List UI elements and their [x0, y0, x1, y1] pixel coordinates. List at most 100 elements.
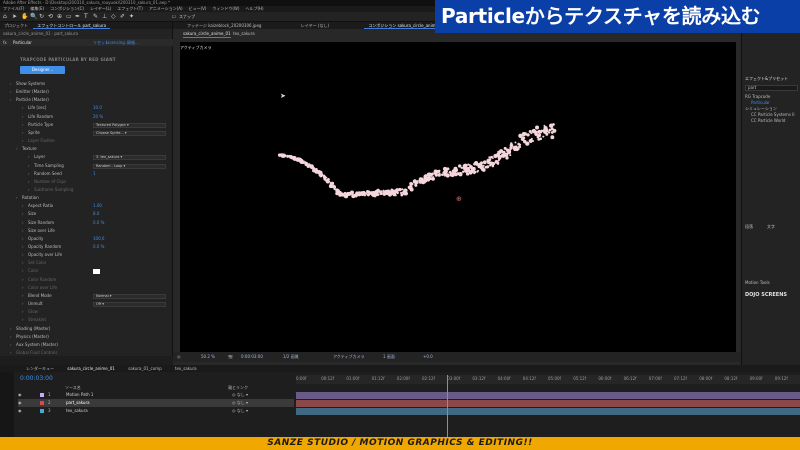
color-swatch[interactable]: [93, 269, 100, 275]
ruler-tick-label: 06:00f: [598, 376, 612, 381]
param-select[interactable]: Choose Sprite... ▾: [93, 130, 166, 136]
clone-tool-icon[interactable]: ⊥: [102, 14, 107, 20]
ruler-tick-label: 00:12f: [321, 376, 335, 381]
layer-name[interactable]: part_sakura: [66, 399, 90, 407]
particle: [524, 133, 528, 136]
designer-button[interactable]: Designer...: [20, 66, 65, 74]
zoom-tool-icon[interactable]: 🔍: [30, 14, 37, 20]
menu-item[interactable]: ファイル(F): [3, 6, 24, 11]
effects-presets-title[interactable]: エフェクト&プリセット: [745, 76, 788, 82]
timeline-timecode[interactable]: 0:00:03:00: [20, 375, 53, 382]
fx-icon[interactable]: fx: [3, 39, 7, 46]
visibility-eye-icon[interactable]: ◉: [18, 407, 22, 415]
param-select[interactable]: Textured Polygon ▾: [93, 122, 166, 128]
preview-icon[interactable]: ◎: [177, 352, 181, 362]
layer-track-bar[interactable]: [296, 400, 800, 407]
parent-select[interactable]: ◎ なし ▾: [232, 407, 248, 415]
tab-layer[interactable]: レイヤー (なし): [297, 23, 333, 28]
roto-tool-icon[interactable]: ✐: [120, 14, 125, 20]
menu-item[interactable]: ヘルプ(H): [245, 6, 263, 11]
tab-timeline-comp[interactable]: sakura_01_comp: [122, 366, 168, 371]
parent-select[interactable]: ◎ なし ▾: [232, 399, 248, 407]
pen-tool-icon[interactable]: ✒: [75, 14, 80, 20]
label-color-swatch[interactable]: [40, 401, 44, 405]
tree-item-rg-trapcode[interactable]: RG Trapcode: [745, 94, 770, 99]
layer-track-bar[interactable]: [296, 408, 800, 415]
layer-name[interactable]: Motion Path 1: [66, 391, 93, 399]
camera-tool-icon[interactable]: ⟲: [48, 14, 53, 20]
particle: [437, 169, 441, 173]
timecode-display[interactable]: 0:00:03:00: [241, 352, 263, 362]
particle: [473, 170, 477, 174]
tab-paragraph[interactable]: 段落: [745, 224, 753, 230]
breadcrumb: sakura_circle_anime_01 · part_sakura: [3, 31, 78, 36]
right-panel: 情報 エフェクト&プリセット part RG Trapcode Particul…: [741, 22, 800, 365]
param-row[interactable]: › Global Fluid Controls: [0, 349, 173, 358]
menu-item[interactable]: レイヤー(L): [90, 6, 111, 11]
tab-project[interactable]: プロジェクト: [0, 23, 32, 28]
zoom-select[interactable]: 50.2 %: [201, 352, 215, 362]
hand-tool-icon[interactable]: ✋: [21, 14, 28, 20]
exposure-value[interactable]: +0.0: [423, 352, 433, 362]
menu-item[interactable]: 編集(E): [30, 6, 44, 11]
rotate-tool-icon[interactable]: ↻: [39, 14, 44, 20]
tree-item-particular[interactable]: Particular: [751, 100, 770, 105]
brush-tool-icon[interactable]: ✎: [93, 14, 98, 20]
effects-search-input[interactable]: part: [745, 85, 798, 91]
tab-footage[interactable]: フッテージ kaizeblock_20200306.jpeg: [183, 23, 265, 28]
time-ruler[interactable]: 0:00f 00:12f 01:00f 01:12f 02:00f 02:12f 03:00…: [296, 375, 800, 384]
subtab-main-comp[interactable]: sakura_circle_anime_01: [183, 30, 231, 38]
visibility-eye-icon[interactable]: ◉: [18, 391, 22, 399]
snap-checkbox[interactable]: ☐: [172, 14, 176, 20]
tab-character[interactable]: 文字: [767, 224, 775, 230]
eraser-tool-icon[interactable]: ◇: [111, 14, 116, 20]
playhead[interactable]: [447, 375, 449, 437]
title-banner: Particleからテクスチャを読み込む: [435, 0, 800, 33]
selection-tool-icon[interactable]: ➤: [12, 14, 17, 20]
tab-timeline-tex[interactable]: tex_sakura: [169, 366, 203, 371]
layer-track-bar[interactable]: [296, 392, 800, 399]
menu-item[interactable]: アニメーション(A): [149, 6, 183, 11]
layer-name[interactable]: tex_sakura: [66, 407, 88, 415]
composition-canvas[interactable]: ⊕ アクティブカメラ ➤: [180, 42, 736, 355]
camera-select[interactable]: アクティブカメラ: [333, 352, 365, 362]
visibility-eye-icon[interactable]: ◉: [18, 399, 22, 407]
expand-chevron-icon[interactable]: ›: [10, 349, 12, 358]
menu-item[interactable]: コンポジション(C): [50, 6, 84, 11]
tab-effect-controls[interactable]: エフェクトコントロール part_sakura: [33, 23, 111, 29]
particle: [380, 191, 383, 194]
home-icon[interactable]: ⌂: [3, 14, 7, 20]
rectangle-tool-icon[interactable]: ▭: [66, 14, 72, 20]
param-select[interactable]: Off ▾: [93, 302, 166, 308]
tab-timeline-main[interactable]: sakura_circle_anime_01: [61, 366, 121, 371]
layer-row[interactable]: ◉ 2 part_sakura ◎ なし ▾: [18, 399, 294, 407]
about-link[interactable]: 情報...: [127, 39, 139, 46]
tab-motion-tools[interactable]: Motion Tools: [745, 280, 770, 285]
param-select[interactable]: Normal ▾: [93, 293, 166, 299]
tree-item-cc-particle-systems[interactable]: CC Particle Systems II: [751, 112, 795, 117]
subtab-tex[interactable]: tex_sakura: [233, 30, 255, 37]
param-select[interactable]: 3. tex_sakura ▾: [93, 155, 166, 161]
anchor-point-icon[interactable]: ⊕: [456, 195, 462, 203]
menu-item[interactable]: ウィンドウ(W): [212, 6, 239, 11]
layer-row[interactable]: ◉ 3 tex_sakura ◎ なし ▾: [18, 407, 294, 415]
ruler-tick-label: 09:00f: [749, 376, 763, 381]
pan-behind-tool-icon[interactable]: ⊕: [57, 14, 62, 20]
label-color-swatch[interactable]: [40, 409, 44, 413]
camera-icon[interactable]: 📷: [228, 352, 233, 362]
particle: [508, 149, 511, 152]
licensing-link[interactable]: Licensing...: [106, 39, 129, 46]
tree-item-cc-particle-world[interactable]: CC Particle World: [751, 118, 785, 123]
tab-render-queue[interactable]: レンダーキュー: [20, 366, 60, 371]
resolution-select[interactable]: 1/2 画質: [283, 352, 299, 362]
ruler-tick-label: 0:00f: [296, 376, 307, 381]
layer-row[interactable]: ◉ 1 Motion Path 1 ◎ なし ▾: [18, 391, 294, 399]
label-color-swatch[interactable]: [40, 393, 44, 397]
param-select[interactable]: Random - Loop ▾: [93, 163, 166, 169]
menu-item[interactable]: ビュー(V): [189, 6, 207, 11]
menu-item[interactable]: エフェクト(T): [117, 6, 143, 11]
view-layout-select[interactable]: 1 画面: [383, 352, 395, 362]
puppet-tool-icon[interactable]: ✦: [129, 14, 134, 20]
parent-select[interactable]: ◎ なし ▾: [232, 391, 248, 399]
type-tool-icon[interactable]: T: [84, 14, 88, 20]
